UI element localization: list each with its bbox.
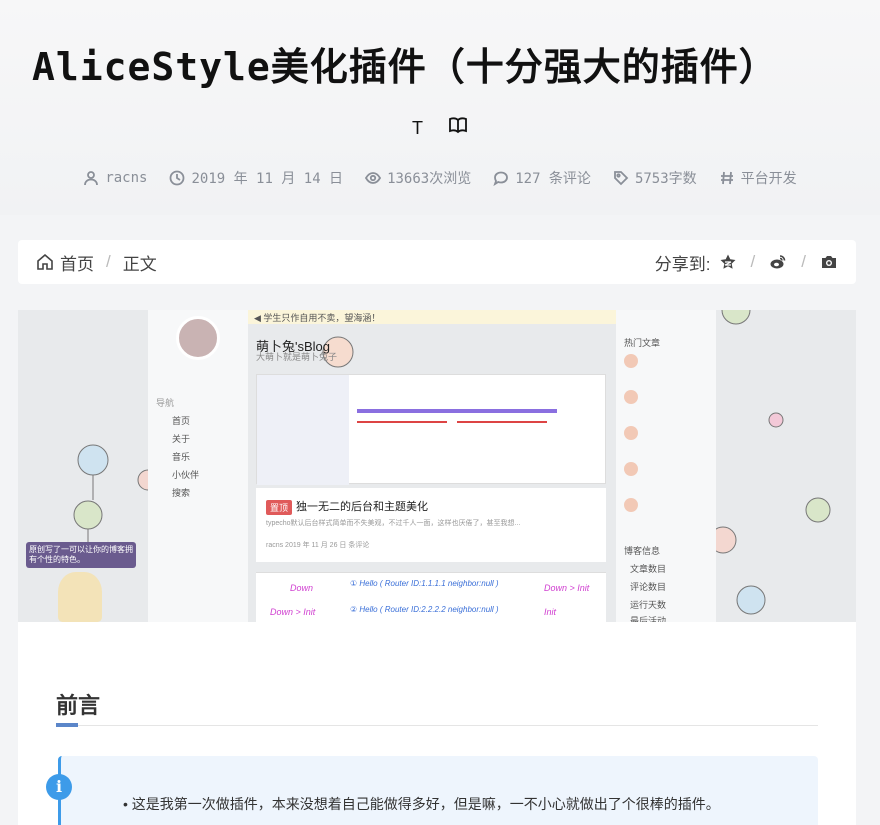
- demo-post-title: 独一无二的后台和主题美化: [296, 501, 428, 513]
- tag-icon: [614, 171, 629, 186]
- post-date: 2019 年 11 月 14 日: [191, 171, 344, 187]
- demo-blog-subtitle: 大萌卜就是萌卜兔子: [256, 352, 338, 362]
- tip-text: • 这是我第一次做插件，本来没想着自己能做得多好，但是嘛，一不小心就做出了个很棒…: [123, 796, 720, 812]
- demo-nav-item: 关于: [172, 434, 191, 444]
- share-separator: /: [750, 252, 756, 271]
- demo-route-label: ① Hello ( Router ID:1.1.1.1 neighbor:nul…: [350, 579, 499, 588]
- post-content: 前言 i • 这是我第一次做插件，本来没想着自己能做得多好，但是嘛，一不小心就做…: [18, 622, 856, 825]
- demo-post-badge: 置顶: [266, 500, 293, 515]
- demo-route-label: Init: [544, 607, 557, 617]
- demo-router-diagram: Down Down > Init ① Hello ( Router ID:1.1…: [256, 572, 606, 622]
- demo-nav-item: 小伙伴: [172, 470, 200, 480]
- demo-route-label: Down > Init: [544, 583, 590, 593]
- hash-icon: [720, 171, 733, 185]
- qzone-star-icon[interactable]: [719, 253, 737, 271]
- comment-count: 127 条评论: [515, 171, 591, 187]
- post-meta: racns 2019 年 11 月 14 日 13663次浏览 127 条评论 …: [0, 168, 880, 188]
- view-count: 13663次浏览: [387, 171, 472, 187]
- demo-nav-item: 音乐: [172, 452, 191, 462]
- meta-category[interactable]: 平台开发: [719, 168, 797, 188]
- demo-widget-item: 运行天数: [630, 600, 667, 610]
- heading-accent-bar: [56, 723, 78, 727]
- post-cover-image: 导航 首页 关于 音乐 小伙伴 搜索 ◀ 学生只作自用不卖，望海涵！ 萌卜兔's…: [18, 310, 856, 622]
- home-icon: [37, 253, 53, 270]
- word-count: 5753字数: [634, 171, 697, 187]
- share-separator: /: [801, 252, 806, 271]
- share-label: 分享到:: [654, 254, 711, 274]
- comment-icon: [493, 171, 509, 186]
- heading-divider: [56, 725, 818, 726]
- demo-widget-title: 热门文章: [624, 338, 661, 348]
- demo-right-widgets: 热门文章 博客信息 文章数目 评论数目 运行天数 最后活动: [616, 310, 716, 622]
- post-header: AliceStyle美化插件（十分强大的插件） T racns 2019 年 1…: [0, 0, 880, 215]
- reading-mode-icon[interactable]: [448, 116, 468, 139]
- demo-mascot-bubble: 原创写了一可以让你的博客拥有个性的特色。: [26, 542, 136, 568]
- meta-date: 2019 年 11 月 14 日: [169, 168, 343, 188]
- meta-views: 13663次浏览: [365, 168, 471, 188]
- demo-widget-title: 博客信息: [624, 546, 661, 556]
- demo-route-label: ② Hello ( Router ID:2.2.2.2 neighbor:nul…: [350, 605, 499, 614]
- demo-sidebar: 导航 首页 关于 音乐 小伙伴 搜索: [148, 310, 248, 622]
- camera-icon[interactable]: [820, 253, 838, 271]
- demo-nav-item: 搜索: [172, 488, 191, 498]
- demo-route-label: Down > Init: [270, 607, 316, 617]
- category-name: 平台开发: [740, 171, 797, 187]
- demo-nav-section: 导航: [156, 398, 175, 408]
- weibo-icon[interactable]: [769, 253, 787, 271]
- clock-icon: [170, 170, 185, 186]
- breadcrumb-home[interactable]: 首页: [60, 250, 94, 275]
- demo-route-label: Down: [290, 583, 314, 593]
- meta-author[interactable]: racns: [83, 168, 147, 188]
- demo-widget-item: 文章数目: [630, 564, 667, 574]
- demo-mascot: [58, 572, 102, 622]
- demo-widget-item: 最后活动: [630, 616, 667, 622]
- post-tools: T: [0, 116, 880, 139]
- meta-comments[interactable]: 127 条评论: [493, 168, 591, 188]
- post-title: AliceStyle美化插件（十分强大的插件）: [32, 45, 778, 89]
- info-tip-box: i • 这是我第一次做插件，本来没想着自己能做得多好，但是嘛，一不小心就做出了个…: [46, 756, 818, 825]
- demo-notice: ◀ 学生只作自用不卖，望海涵！: [254, 313, 381, 323]
- demo-avatar: [176, 316, 220, 360]
- user-icon: [84, 171, 99, 186]
- author-name: racns: [105, 170, 148, 186]
- demo-widget-item: 评论数目: [630, 582, 667, 592]
- section-heading: 前言: [56, 693, 101, 718]
- eye-icon: [365, 172, 382, 184]
- breadcrumb-current: 正文: [122, 254, 157, 274]
- demo-nav-item: 首页: [172, 416, 191, 426]
- breadcrumb-path: 首页 / 正文: [36, 250, 157, 275]
- demo-post-card: 置顶 独一无二的后台和主题美化 typecho默认后台样式简单而不失美观，不过千…: [256, 488, 606, 562]
- font-size-icon[interactable]: T: [412, 118, 423, 139]
- info-icon: i: [46, 774, 72, 800]
- breadcrumb: 首页 / 正文 分享到: / /: [18, 240, 856, 284]
- demo-post-image: [256, 374, 606, 485]
- demo-post-meta: racns 2019 年 11 月 26 日 条评论: [266, 542, 370, 549]
- breadcrumb-separator: /: [106, 252, 111, 271]
- meta-words: 5753字数: [613, 168, 697, 188]
- tip-text-content: 这是我第一次做插件，本来没想着自己能做得多好，但是嘛，一不小心就做出了个很棒的插…: [131, 796, 720, 812]
- demo-notice-bar: ◀ 学生只作自用不卖，望海涵！: [248, 310, 618, 324]
- share-bar: 分享到: / /: [655, 250, 838, 275]
- demo-post-excerpt: typecho默认后台样式简单而不失美观，不过千人一面，这样也厌倦了，甚至我想.…: [266, 520, 521, 527]
